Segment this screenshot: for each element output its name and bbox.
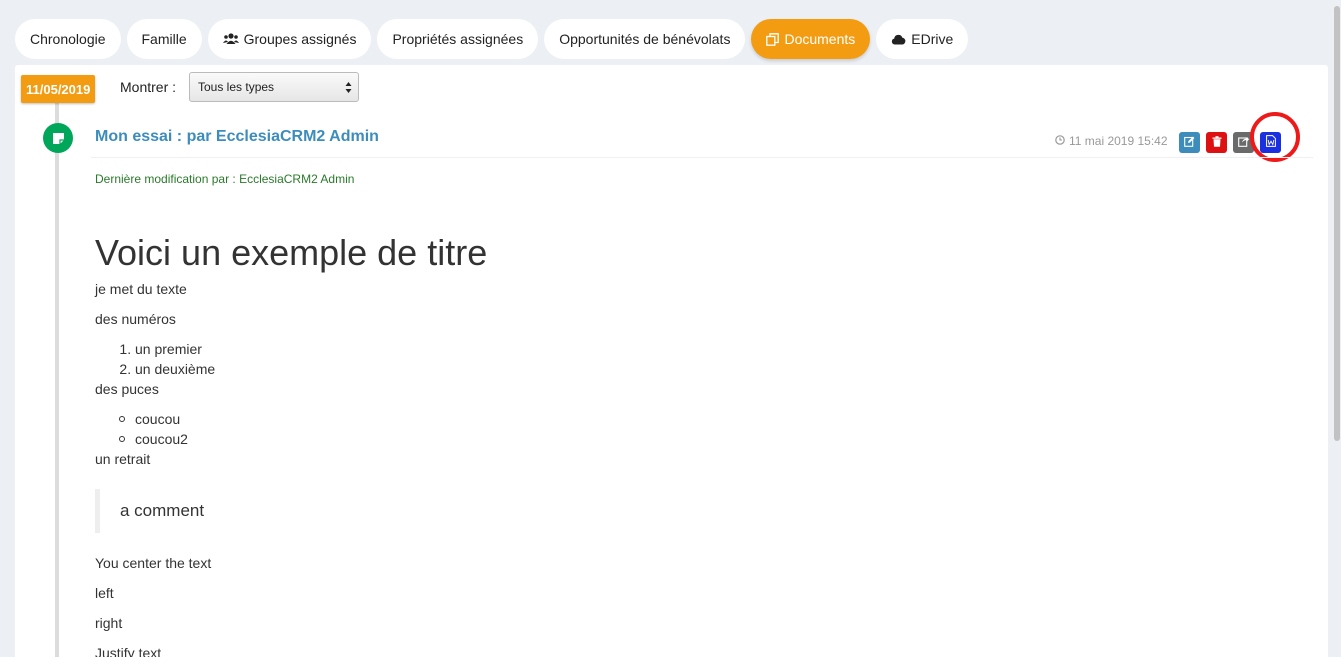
list-item: coucou (119, 409, 1195, 429)
export-word-button[interactable] (1260, 132, 1281, 153)
page: Chronologie Famille Groupes assignés Pro… (0, 0, 1341, 657)
bullet-marker (119, 416, 125, 422)
scrollbar-thumb[interactable] (1334, 6, 1340, 441)
list-item: un premier (135, 339, 1195, 359)
tab-proprietes-assignees[interactable]: Propriétés assignées (377, 19, 539, 59)
clock-icon (1055, 134, 1065, 148)
last-modified-text: Dernière modification par : EcclesiaCRM2… (95, 172, 355, 186)
select-arrows-icon (345, 81, 352, 97)
blockquote: a comment (95, 489, 1195, 533)
document-content: Voici un exemple de titre je met du text… (95, 235, 1195, 657)
tab-famille[interactable]: Famille (126, 19, 202, 59)
tab-label: Chronologie (30, 31, 106, 47)
timestamp-text: 11 mai 2019 15:42 (1069, 134, 1168, 148)
tab-label: Documents (784, 31, 856, 47)
share-icon (1238, 134, 1249, 152)
paragraph: des numéros (95, 311, 176, 327)
tab-documents[interactable]: Documents (751, 19, 871, 59)
scrollbar[interactable] (1333, 0, 1341, 657)
timeline-date-label: 11/05/2019 (21, 75, 96, 103)
ordered-list: un premier un deuxième (95, 339, 1195, 379)
bullet-marker (119, 436, 125, 442)
delete-button[interactable] (1206, 132, 1227, 153)
type-filter-select[interactable]: Tous les types (189, 72, 359, 102)
paragraph: left (95, 585, 114, 601)
bullet-list: coucou coucou2 (95, 409, 1195, 449)
tab-edrive[interactable]: EDrive (876, 19, 969, 59)
paragraph: right (95, 615, 123, 631)
tab-bar: Chronologie Famille Groupes assignés Pro… (15, 19, 969, 59)
share-button[interactable] (1233, 132, 1254, 153)
tab-label: Groupes assignés (243, 31, 357, 47)
users-icon (222, 33, 239, 45)
list-item-text: coucou2 (135, 431, 188, 447)
document-heading: Voici un exemple de titre (95, 232, 488, 273)
document-timestamp: 11 mai 2019 15:42 (1055, 134, 1168, 148)
note-icon (43, 123, 73, 153)
paragraph: je met du texte (95, 281, 187, 297)
copy-icon (766, 32, 780, 46)
list-item: coucou2 (119, 429, 1195, 449)
divider (91, 157, 1313, 158)
timeline-panel: 11/05/2019 Montrer : Tous les types Mon … (15, 65, 1328, 657)
tab-opportunites-benevolats[interactable]: Opportunités de bénévolats (544, 19, 746, 59)
tab-label: Propriétés assignées (392, 31, 524, 47)
paragraph: un retrait (95, 451, 151, 467)
tab-groupes-assignes[interactable]: Groupes assignés (207, 19, 372, 59)
select-value: Tous les types (198, 80, 275, 94)
tab-label: Opportunités de bénévolats (559, 31, 731, 47)
trash-icon (1212, 134, 1222, 152)
paragraph: des puces (95, 381, 159, 397)
paragraph: Justify text (95, 645, 162, 657)
tab-label: EDrive (911, 31, 954, 47)
paragraph: You center the text (95, 555, 212, 571)
tab-label: Famille (141, 31, 187, 47)
edit-icon (1184, 134, 1195, 152)
word-icon (1265, 134, 1276, 152)
list-item-text: coucou (135, 411, 181, 427)
tab-chronologie[interactable]: Chronologie (15, 19, 121, 59)
edit-button[interactable] (1179, 132, 1200, 153)
cloud-icon (891, 34, 906, 45)
document-actions (1179, 132, 1281, 153)
timeline-line (55, 95, 59, 657)
list-item: un deuxième (135, 359, 1195, 379)
filter-label: Montrer : (120, 79, 177, 95)
document-title-link[interactable]: Mon essai : par EcclesiaCRM2 Admin (95, 128, 379, 146)
